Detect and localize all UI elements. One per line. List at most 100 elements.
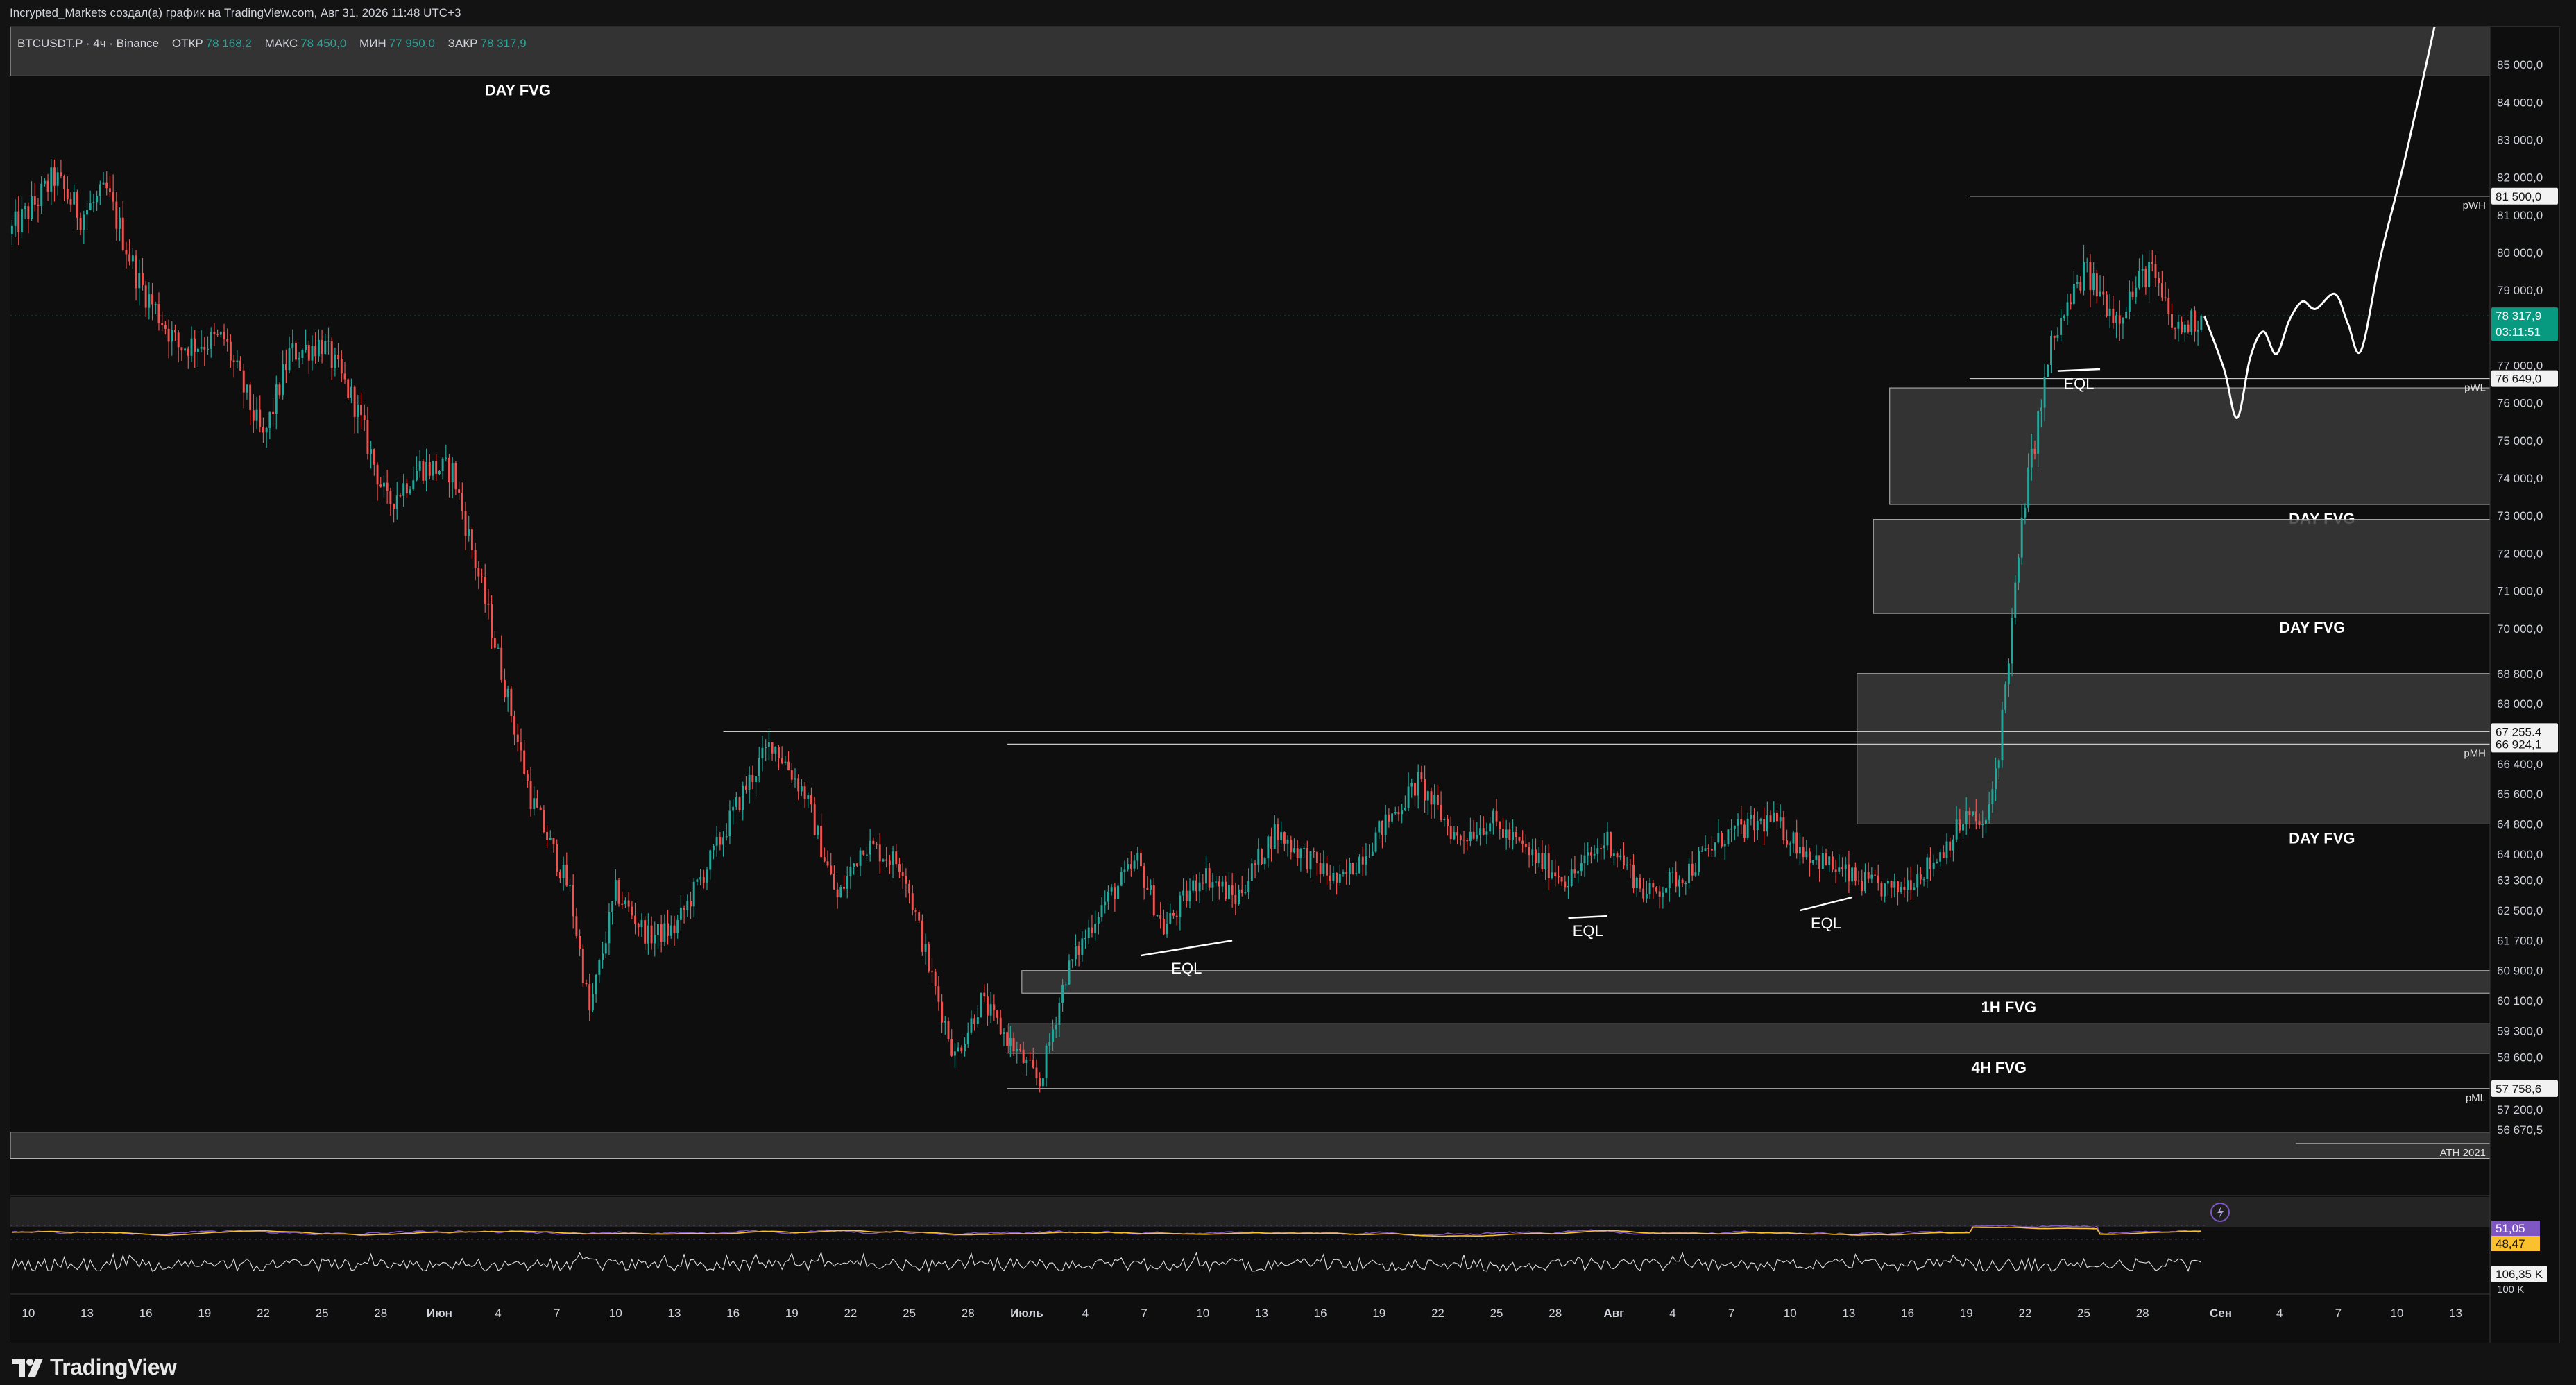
candle-body — [1016, 1048, 1018, 1051]
candle — [1175, 910, 1178, 926]
candle-body — [790, 770, 793, 780]
candle — [1322, 850, 1325, 877]
price-tick-label: 76 000,0 — [2497, 397, 2543, 410]
candle — [2004, 681, 2007, 713]
candle — [1097, 912, 1100, 935]
candle — [1443, 817, 1446, 827]
candle-body — [803, 786, 806, 800]
candle-body — [1544, 853, 1547, 870]
candle — [1524, 834, 1527, 854]
candle-body — [1952, 839, 1954, 851]
candle-body — [1240, 889, 1243, 894]
candle — [1296, 840, 1299, 866]
candle — [2112, 296, 2115, 329]
candle — [1420, 765, 1423, 782]
candle — [1861, 869, 1863, 896]
candle — [575, 908, 578, 939]
candle-body — [1290, 840, 1293, 853]
candle — [301, 348, 304, 364]
candle-body — [1691, 863, 1694, 876]
candle-body — [797, 778, 800, 792]
candle-body — [125, 250, 128, 255]
candle — [1117, 883, 1120, 899]
candle — [931, 958, 933, 983]
candle — [572, 874, 574, 929]
candle-body — [1182, 890, 1185, 896]
candle-body — [1932, 862, 1935, 869]
candle — [924, 933, 927, 965]
candle-body — [1809, 851, 1811, 864]
candle — [1401, 804, 1404, 824]
candle-body — [1208, 868, 1211, 888]
candle-body — [1348, 863, 1351, 874]
time-tick-label: Июн — [427, 1307, 452, 1320]
tradingview-logo[interactable]: TradingView — [12, 1354, 177, 1380]
candle — [631, 901, 633, 919]
time-tick-label: 10 — [609, 1307, 622, 1320]
candle — [1094, 910, 1097, 941]
candle-body — [73, 192, 76, 205]
candle-body — [631, 906, 633, 916]
candle — [1315, 851, 1318, 876]
candle-body — [820, 826, 823, 858]
candle — [10, 220, 13, 246]
candle-body — [46, 180, 49, 192]
candle-body — [647, 925, 649, 944]
candle-body — [1717, 832, 1720, 843]
candle — [1456, 826, 1459, 844]
candle — [1884, 883, 1886, 903]
candle — [1499, 821, 1501, 840]
candle — [2076, 274, 2079, 289]
candle — [1374, 827, 1377, 853]
candle-body — [2144, 269, 2147, 287]
chart-area[interactable]: BTCUSDT.P · 4ч · Binance ОТКР 78 168,2 МА… — [10, 26, 2560, 1343]
candle — [487, 588, 490, 620]
candle-body — [418, 461, 421, 471]
candle-body — [506, 688, 509, 698]
candle-body — [719, 836, 722, 845]
legend-symbol[interactable]: BTCUSDT.P · 4ч · Binance — [17, 37, 159, 50]
candle — [1913, 883, 1916, 891]
candle-body — [669, 925, 672, 936]
candle — [1645, 881, 1648, 903]
candle — [595, 973, 597, 1003]
candle — [1505, 819, 1508, 850]
candle-body — [679, 907, 682, 920]
candle-body — [1678, 879, 1680, 887]
candle — [2151, 250, 2153, 272]
candle-body — [1162, 918, 1165, 935]
candle-body — [470, 529, 473, 550]
tradingview-logo-icon — [12, 1358, 43, 1377]
candle — [40, 176, 43, 214]
time-tick-label: 4 — [2276, 1307, 2283, 1320]
candle — [1283, 831, 1286, 851]
time-tick-label: Июль — [1010, 1307, 1043, 1320]
candle-body — [1179, 895, 1182, 917]
price-chart-svg[interactable]: DAY FVGDAY FVGDAY FVGDAY FVG1H FVG4H FVG… — [10, 27, 2560, 1343]
candle-body — [184, 348, 187, 351]
candle — [2187, 320, 2190, 334]
candle — [1068, 954, 1071, 985]
candle — [1041, 1078, 1044, 1089]
time-tick-label: 19 — [785, 1307, 799, 1320]
candle-body — [148, 294, 151, 308]
candle-body — [177, 332, 180, 348]
candle-body — [1293, 848, 1295, 853]
candle — [2141, 254, 2144, 288]
candle — [389, 487, 392, 516]
candle-body — [112, 192, 114, 202]
candle-body — [33, 196, 36, 205]
candle-body — [996, 1010, 999, 1018]
candle — [1619, 848, 1622, 861]
candle-body — [1750, 815, 1752, 819]
candle-body — [1972, 811, 1974, 815]
candle-body — [654, 935, 656, 944]
tradingview-logo-text: TradingView — [50, 1354, 177, 1379]
candle — [1495, 799, 1498, 827]
candle — [223, 323, 225, 346]
candle-body — [1600, 848, 1602, 849]
candle-body — [556, 844, 558, 872]
candle — [1404, 795, 1406, 812]
candle-body — [637, 924, 640, 928]
candle — [33, 183, 36, 212]
